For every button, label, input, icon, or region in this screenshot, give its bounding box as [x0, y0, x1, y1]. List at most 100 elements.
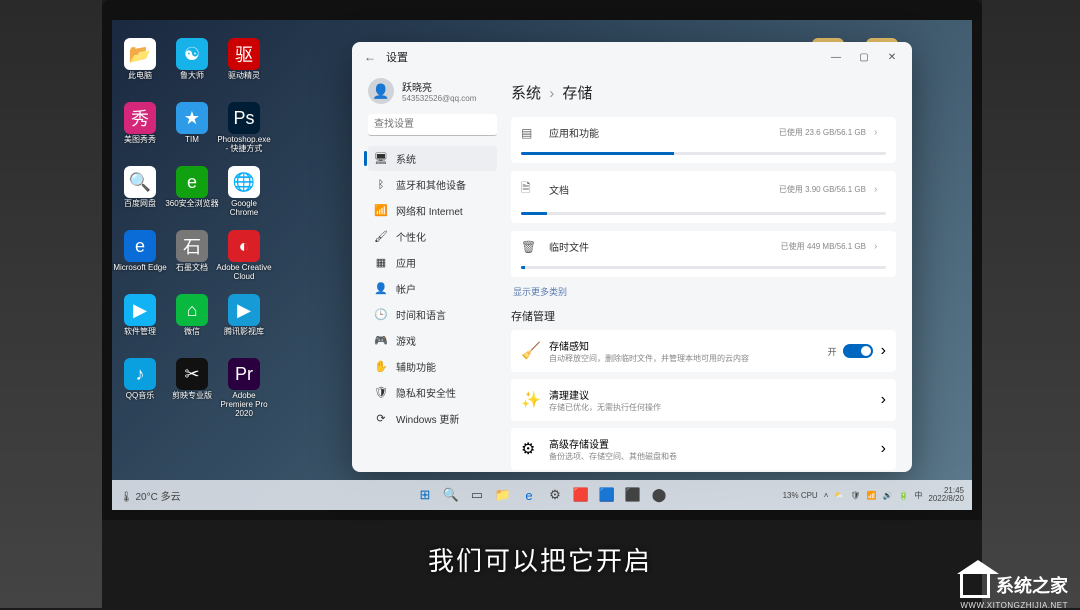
nav-label: 辅助功能: [396, 359, 436, 374]
sidebar-item-2[interactable]: 📶网络和 Internet: [368, 198, 497, 223]
card-info: 已使用 3.90 GB/56.1 GB: [779, 184, 866, 195]
desktop-icon[interactable]: Ps: [228, 102, 260, 134]
chevron-right-icon: ›: [874, 127, 886, 138]
volume-icon[interactable]: 🔊: [882, 491, 892, 500]
sidebar-item-1[interactable]: ᛒ蓝牙和其他设备: [368, 172, 497, 197]
desktop-icon[interactable]: ★: [176, 102, 208, 134]
chevron-right-icon: ›: [881, 391, 886, 409]
desktop-label: 微信: [164, 328, 220, 337]
sidebar-item-7[interactable]: 🎮游戏: [368, 328, 497, 353]
row-icon: ✨: [521, 390, 541, 410]
tray-icon[interactable]: ⛅: [834, 491, 844, 500]
desktop-icon[interactable]: 📂: [124, 38, 156, 70]
sidebar-item-6[interactable]: 🕒时间和语言: [368, 302, 497, 327]
toggle-switch[interactable]: [843, 344, 873, 358]
explorer-icon[interactable]: 📁: [493, 485, 513, 505]
desktop-icon[interactable]: e: [176, 166, 208, 198]
cpu-meter[interactable]: 13% CPU: [783, 491, 818, 500]
desktop-label: 腾讯影视库: [216, 328, 272, 337]
back-button[interactable]: ←: [358, 50, 382, 64]
desktop-icon[interactable]: 驱: [228, 38, 260, 70]
nav-icon: 🎮: [374, 334, 388, 348]
nav-icon: 🖥: [374, 152, 388, 166]
desktop-label: 软件管理: [112, 328, 168, 337]
desktop-label: QQ音乐: [112, 392, 168, 401]
desktop-label: 石墨文档: [164, 264, 220, 273]
settings-window: ← 设置 — ▢ ✕ 👤 跃晓亮 543532526@qq.com 🖥 系统 ᛒ蓝牙…: [352, 42, 912, 472]
sidebar-item-4[interactable]: ▦应用: [368, 250, 497, 275]
taskbar-date[interactable]: 2022/8/20: [928, 494, 964, 503]
sidebar-item-8[interactable]: ✋辅助功能: [368, 354, 497, 379]
edge-icon[interactable]: e: [519, 485, 539, 505]
search-input[interactable]: [368, 114, 497, 136]
wifi-icon[interactable]: 📶: [867, 491, 877, 500]
settings-icon[interactable]: ⚙: [545, 485, 565, 505]
watermark: 系统之家: [960, 572, 1068, 598]
minimize-button[interactable]: —: [822, 46, 850, 68]
titlebar: ← 设置 — ▢ ✕: [352, 42, 912, 72]
breadcrumb-root[interactable]: 系统: [511, 85, 541, 102]
desktop-icon[interactable]: e: [124, 230, 156, 262]
sidebar-item-9[interactable]: 🛡隐私和安全性: [368, 380, 497, 405]
section-header-storage-manage: 存储管理: [511, 308, 896, 324]
user-block[interactable]: 👤 跃晓亮 543532526@qq.com: [368, 78, 497, 104]
tray-icon[interactable]: 🛡: [850, 491, 860, 500]
desktop-icon[interactable]: Pr: [228, 358, 260, 390]
maximize-button[interactable]: ▢: [850, 46, 878, 68]
nav-label: 系统: [396, 151, 416, 166]
desktop-icon[interactable]: ⌂: [176, 294, 208, 326]
desktop-label: Photoshop.exe - 快捷方式: [216, 136, 272, 154]
close-button[interactable]: ✕: [878, 46, 906, 68]
storage-card-2[interactable]: 🗑 临时文件 已使用 449 MB/56.1 GB ›: [511, 231, 896, 277]
desktop-label: Google Chrome: [216, 200, 272, 218]
card-info: 已使用 449 MB/56.1 GB: [781, 241, 866, 252]
nav-icon: ▦: [374, 256, 388, 270]
app-icon[interactable]: 🟥: [571, 485, 591, 505]
ime-icon[interactable]: 中: [914, 490, 922, 501]
card-icon: 🗎: [521, 179, 541, 200]
task-view-icon[interactable]: ▭: [467, 485, 487, 505]
desktop-icon[interactable]: ◐: [228, 230, 260, 262]
desktop-icon[interactable]: 🔍: [124, 166, 156, 198]
desktop-icon[interactable]: 🌐: [228, 166, 260, 198]
user-email: 543532526@qq.com: [402, 94, 476, 103]
manage-row-1[interactable]: ✨ 清理建议存储已优化，无需执行任何操作 ›: [511, 379, 896, 421]
taskbar-weather[interactable]: 🌡 20°C 多云: [120, 488, 181, 503]
card-icon: 🗑: [521, 240, 541, 254]
manage-row-2[interactable]: ⚙ 高级存储设置备份选项、存储空间、其他磁盘和卷 ›: [511, 428, 896, 470]
desktop-icon[interactable]: ▶: [228, 294, 260, 326]
row-title: 存储感知: [549, 338, 820, 353]
desktop-icon[interactable]: ☯: [176, 38, 208, 70]
sidebar-item-3[interactable]: 🖌个性化: [368, 224, 497, 249]
chevron-right-icon: ›: [874, 241, 886, 252]
watermark-sub: WWW.XITONGZHIJIA.NET: [960, 601, 1068, 610]
desktop-label: 剪映专业版: [164, 392, 220, 401]
nav-icon: 🛡: [374, 386, 388, 400]
battery-icon[interactable]: 🔋: [898, 491, 908, 500]
manage-row-0[interactable]: 🧹 存储感知自动释放空间，删除临时文件，并管理本地可用的云内容 开›: [511, 330, 896, 372]
user-name: 跃晓亮: [402, 79, 476, 94]
desktop-icon[interactable]: 秀: [124, 102, 156, 134]
chevron-up-icon[interactable]: ˄: [824, 491, 829, 500]
app-icon[interactable]: 🟦: [597, 485, 617, 505]
taskbar: 🌡 20°C 多云 ⊞ 🔍 ▭ 📁 e ⚙ 🟥 🟦 ⬛ ⬤ 13% CPU ˄ …: [112, 480, 972, 510]
app-icon[interactable]: ⬛: [623, 485, 643, 505]
progress-bar: [521, 152, 886, 155]
chevron-right-icon: ›: [874, 184, 886, 195]
storage-card-1[interactable]: 🗎 文档 已使用 3.90 GB/56.1 GB ›: [511, 171, 896, 223]
desktop-label: Adobe Creative Cloud: [216, 264, 272, 282]
sidebar-item-5[interactable]: 👤帐户: [368, 276, 497, 301]
sidebar-item-0[interactable]: 🖥 系统: [368, 146, 497, 171]
storage-card-0[interactable]: ▤ 应用和功能 已使用 23.6 GB/56.1 GB ›: [511, 117, 896, 163]
desktop-icon[interactable]: ✂: [176, 358, 208, 390]
show-more-link[interactable]: 显示更多类别: [513, 285, 896, 298]
desktop-icon[interactable]: ♪: [124, 358, 156, 390]
search-icon[interactable]: 🔍: [441, 485, 461, 505]
chevron-right-icon: ›: [881, 440, 886, 458]
start-button[interactable]: ⊞: [415, 485, 435, 505]
chevron-right-icon: ›: [549, 85, 554, 102]
sidebar-item-10[interactable]: ⟳Windows 更新: [368, 406, 497, 431]
steam-icon[interactable]: ⬤: [649, 485, 669, 505]
desktop-icon[interactable]: 石: [176, 230, 208, 262]
desktop-icon[interactable]: ▶: [124, 294, 156, 326]
